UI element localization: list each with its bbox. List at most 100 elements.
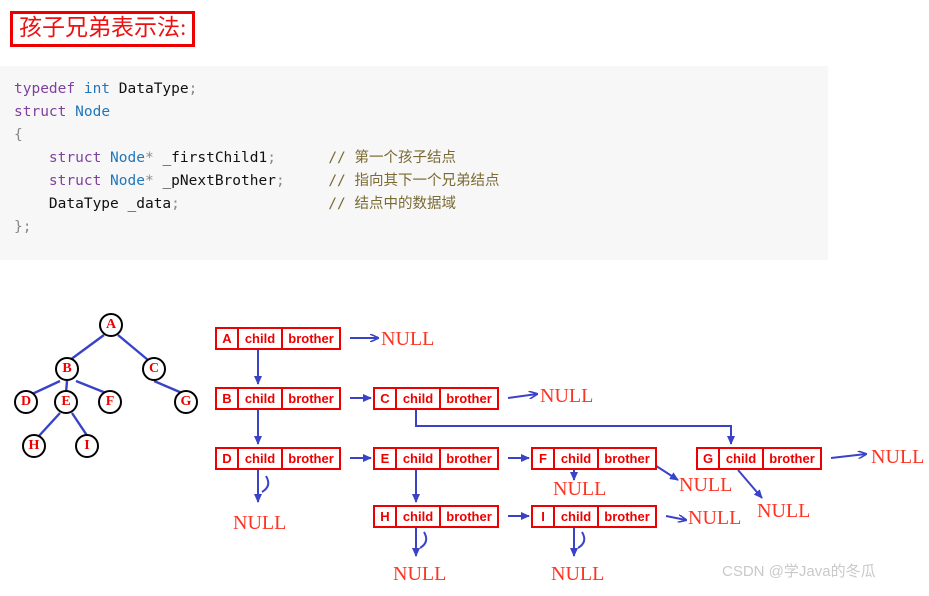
tree-node-a-label: A (105, 317, 117, 332)
null-label-i-brother: NULL (688, 507, 742, 529)
tree-node-h: H (22, 434, 46, 458)
list-node-i-child: child (553, 507, 597, 526)
diagram-area: A B C D E F G H I A child brother B chil… (0, 280, 929, 596)
list-node-e-child: child (395, 449, 439, 468)
token-brace-close: }; (14, 219, 32, 235)
tree-node-f-label: F (105, 394, 115, 409)
tree-node-f: F (98, 390, 122, 414)
token-node-3: Node (110, 173, 145, 189)
tree-edge-a-b (69, 334, 105, 361)
null-label-i-child: NULL (551, 563, 605, 585)
list-node-c-key: C (380, 391, 390, 406)
token-node-2: Node (110, 150, 145, 166)
list-node-a-brother: brother (281, 329, 339, 348)
list-node-i-brother: brother (597, 507, 655, 526)
arrow-i-child-flourish (577, 531, 586, 549)
list-node-f-key: F (539, 451, 547, 466)
tree-edge-a-c (117, 334, 149, 361)
tree-node-e-label: E (61, 394, 71, 409)
arrow-h-child-flourish (419, 531, 428, 549)
list-node-h-child: child (395, 507, 439, 526)
list-node-c-brother: brother (439, 389, 497, 408)
tree-node-b-label: B (62, 361, 72, 376)
token-semicolon-4: ; (171, 196, 180, 212)
token-data: _data (127, 196, 172, 212)
token-int: int (83, 81, 111, 97)
token-firstchild: _firstChild1 (162, 150, 268, 166)
token-struct-1: struct (14, 104, 67, 120)
arrow-c-brother-null (507, 394, 537, 398)
list-node-e-brother: brother (439, 449, 497, 468)
token-semicolon-3: ; (275, 173, 285, 189)
tree-node-c-label: C (148, 361, 160, 376)
tree-node-c: C (142, 357, 166, 381)
tree-edge-c-g (153, 379, 183, 395)
page-title: 孩子兄弟表示法: (19, 15, 187, 40)
null-label-c-brother: NULL (540, 385, 594, 407)
code-block: typedef int DataType; struct Node { stru… (0, 66, 828, 260)
arrow-d-child-flourish (261, 475, 270, 493)
list-node-f: F child brother (531, 447, 657, 470)
list-node-a-child: child (237, 329, 281, 348)
tree-node-g-label: G (180, 394, 192, 409)
list-node-i: I child brother (531, 505, 657, 528)
null-label-a-brother: NULL (381, 328, 435, 350)
token-semicolon-2: ; (267, 150, 276, 166)
list-node-c: C child brother (373, 387, 499, 410)
token-datatype: DataType (118, 81, 189, 97)
list-node-i-key: I (541, 509, 545, 524)
section-title-box: 孩子兄弟表示法: (10, 11, 196, 47)
tree-edges (29, 334, 183, 438)
tree-node-d: D (14, 390, 38, 414)
tree-node-b: B (55, 357, 79, 381)
null-label-f-child: NULL (553, 478, 607, 500)
tree-node-a: A (99, 313, 123, 337)
token-struct-2: struct (48, 150, 102, 166)
list-node-e: E child brother (373, 447, 499, 470)
tree-node-e: E (54, 390, 78, 414)
list-node-h: H child brother (373, 505, 499, 528)
list-node-g-brother: brother (762, 449, 820, 468)
list-node-b-brother: brother (281, 389, 339, 408)
list-node-h-key: H (380, 509, 390, 524)
token-node-1: Node (75, 104, 111, 120)
list-node-c-child: child (395, 389, 439, 408)
list-node-f-brother: brother (597, 449, 655, 468)
list-node-h-brother: brother (439, 507, 497, 526)
comment-first-child: // 第一个孩子结点 (328, 150, 457, 166)
list-node-a-key: A (222, 331, 232, 346)
diagram-connectors (29, 280, 929, 557)
tree-node-i-label: I (84, 438, 90, 453)
token-datatype-2: DataType (48, 196, 119, 212)
list-node-a: A child brother (215, 327, 341, 350)
token-typedef: typedef (14, 81, 76, 97)
list-node-b-key: B (222, 391, 232, 406)
arrow-c-child-g (415, 410, 735, 445)
list-node-e-key: E (380, 451, 390, 466)
null-label-d-child: NULL (233, 512, 287, 534)
token-ptr-2: * (144, 173, 154, 189)
csdn-watermark: CSDN @学Java的冬瓜 (722, 563, 876, 580)
token-semicolon-1: ; (188, 81, 198, 97)
null-label-g-child: NULL (757, 500, 811, 522)
token-ptr-1: * (144, 150, 154, 166)
null-label-g-brother: NULL (871, 446, 925, 468)
token-struct-3: struct (48, 173, 102, 189)
list-node-g-child: child (718, 449, 762, 468)
tree-node-i: I (75, 434, 99, 458)
list-node-g-key: G (702, 451, 714, 466)
tree-node-h-label: H (28, 438, 40, 453)
list-node-d-child: child (237, 449, 281, 468)
list-node-d: D child brother (215, 447, 341, 470)
code-content: typedef int DataType; struct Node { stru… (0, 66, 828, 239)
tree-edge-b-f (75, 379, 107, 395)
null-label-f-brother: NULL (679, 474, 733, 496)
list-node-d-key: D (222, 451, 232, 466)
arrow-g-brother-null (830, 454, 866, 459)
list-node-b-child: child (237, 389, 281, 408)
comment-data-field: // 结点中的数据域 (328, 196, 456, 212)
comment-next-brother: // 指向其下一个兄弟结点 (328, 173, 500, 189)
tree-edge-e-h (37, 412, 61, 438)
tree-node-d-label: D (20, 394, 32, 409)
list-node-f-child: child (553, 449, 597, 468)
